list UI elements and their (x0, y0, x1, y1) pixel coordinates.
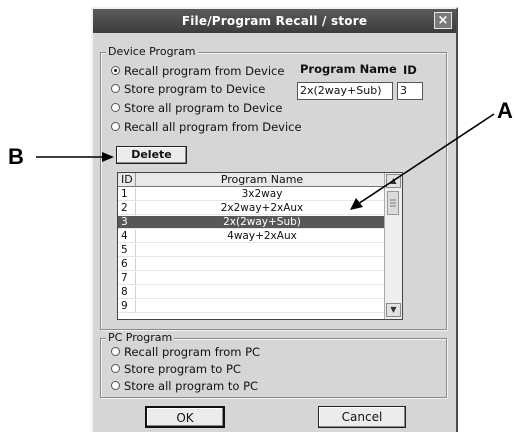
callout-label-a: A (497, 98, 513, 123)
callout-label-b: B (8, 144, 24, 169)
arrow-a-line (357, 113, 495, 205)
arrow-b-head-icon (102, 152, 114, 162)
callout-arrows (36, 113, 495, 210)
arrow-a-head-icon (350, 198, 363, 210)
